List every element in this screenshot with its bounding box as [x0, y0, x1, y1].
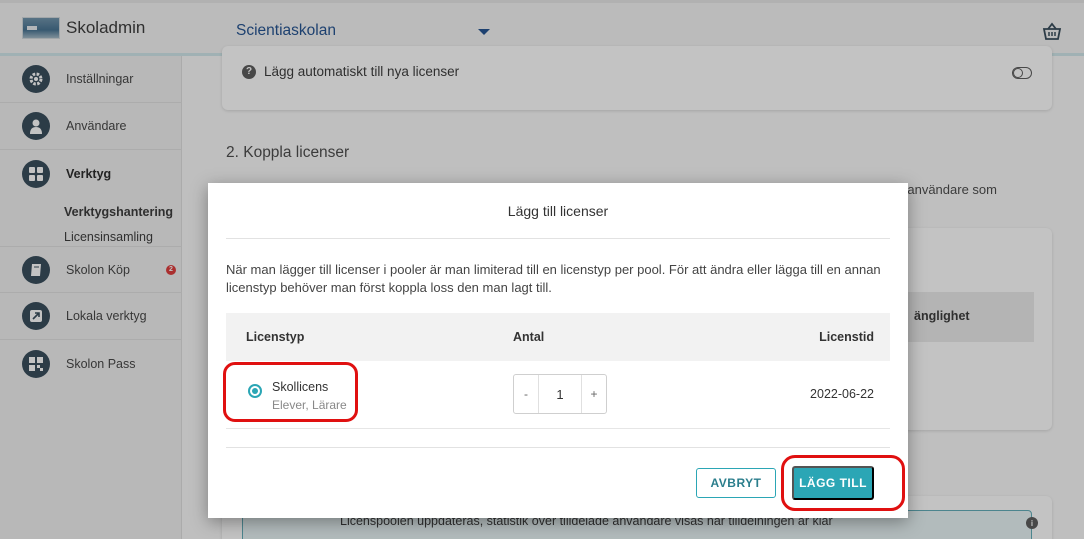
- column-licenstid: Licenstid: [819, 330, 874, 344]
- column-antal: Antal: [513, 330, 545, 344]
- divider: [226, 238, 890, 239]
- table-header: Licenstyp Antal Licenstid: [226, 313, 890, 361]
- modal-description: När man lägger till licenser i pooler är…: [226, 262, 881, 295]
- cancel-button[interactable]: AVBRYT: [696, 468, 776, 498]
- annotation-highlight: [223, 362, 358, 422]
- license-date: 2022-06-22: [810, 387, 874, 401]
- modal-title: Lägg till licenser: [507, 203, 609, 219]
- annotation-highlight: [781, 455, 905, 511]
- quantity-stepper: - 1 +: [513, 374, 607, 414]
- divider: [226, 447, 890, 448]
- quantity-input[interactable]: 1: [538, 375, 582, 413]
- decrement-button[interactable]: -: [514, 375, 538, 413]
- increment-button[interactable]: +: [582, 375, 606, 413]
- column-licenstyp: Licenstyp: [246, 330, 305, 344]
